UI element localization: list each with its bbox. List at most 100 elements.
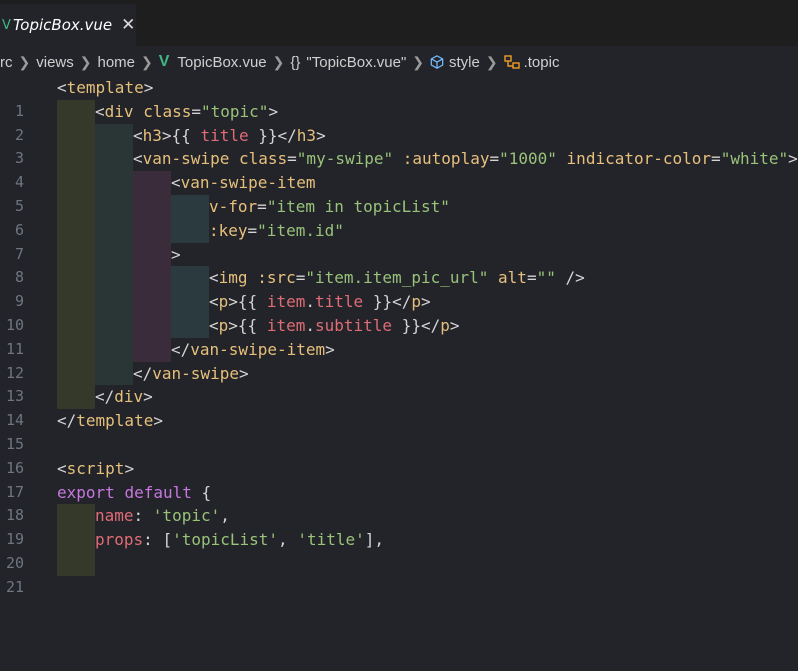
- code-text: <h3>{{ title }}</h3>: [133, 125, 326, 145]
- code-line: 18 export default {: [0, 481, 798, 525]
- breadcrumb-item-module[interactable]: "TopicBox.vue": [306, 54, 406, 71]
- code-line: 15 </template>: [0, 409, 798, 453]
- chevron-right-icon: ❯: [79, 53, 92, 70]
- code-line: 7 :key="item.id": [0, 218, 798, 263]
- breadcrumb-item-file[interactable]: TopicBox.vue: [177, 54, 266, 71]
- indent-guide: [57, 242, 95, 267]
- code-line: 10 <p>{{ item.title }}</p>: [0, 290, 798, 334]
- indent-guide: [133, 290, 171, 314]
- indent-guide: [57, 171, 95, 195]
- breadcrumb-item-style[interactable]: style: [449, 54, 480, 71]
- vue-icon: V: [2, 17, 11, 33]
- indent-guide: [57, 313, 95, 338]
- code-line: 4 <van-swipe class="my-swipe" :autoplay=…: [0, 147, 798, 191]
- code-text: <van-swipe-item: [171, 173, 316, 193]
- vue-icon: V: [158, 53, 170, 70]
- code-line: 3 <h3>{{ title }}</h3>: [0, 123, 798, 167]
- indent-guide: [57, 504, 95, 529]
- indent-guide: [171, 194, 209, 219]
- code-text: >: [171, 244, 181, 264]
- chevron-right-icon: ❯: [485, 53, 498, 70]
- indent-guide: [95, 337, 133, 362]
- code-text: export default {: [57, 482, 212, 502]
- tab-topicbox[interactable]: V TopicBox.vue ✕: [0, 4, 136, 46]
- indent-guide: [133, 313, 171, 338]
- code-line: 14 </div>: [0, 385, 798, 429]
- code-text: name: 'topic',: [95, 506, 230, 526]
- indent-guide: [171, 313, 209, 338]
- code-line: 12 </van-swipe-item>: [0, 337, 798, 382]
- code-text: props: ['topicList', 'title'],: [95, 530, 385, 550]
- indent-guide: [57, 385, 95, 410]
- code-line: 20 props: ['topicList', 'title'],: [0, 528, 798, 572]
- indent-guide: [95, 242, 133, 267]
- indent-guide: [57, 361, 95, 386]
- indent-guide: [57, 551, 95, 576]
- indent-guide: [95, 171, 133, 195]
- indent-guide: [171, 290, 209, 314]
- cube-icon: [430, 55, 444, 69]
- code-line: 2 <div class="topic">: [0, 99, 798, 144]
- indent-guide: [95, 123, 133, 148]
- braces-icon: {}: [290, 53, 301, 71]
- line-number: 21: [5, 577, 24, 596]
- indent-guide: [95, 147, 133, 172]
- code-line: 16: [0, 433, 798, 477]
- indent-guide: [57, 218, 95, 243]
- chevron-right-icon: ❯: [412, 53, 425, 70]
- tab-bar: V TopicBox.vue ✕: [0, 0, 798, 46]
- indent-guide: [95, 266, 133, 291]
- breadcrumb: rc ❯ views ❯ home ❯ V TopicBox.vue ❯ {} …: [0, 52, 798, 72]
- indent-guide: [95, 290, 133, 314]
- breadcrumb-item-src[interactable]: rc: [0, 54, 13, 71]
- indent-guide: [133, 337, 171, 362]
- chevron-right-icon: ❯: [272, 53, 285, 70]
- code-line: 5 <van-swipe-item: [0, 171, 798, 215]
- code-line: 1 <template>: [0, 76, 798, 120]
- code-text: <p>{{ item.subtitle }}</p>: [209, 315, 460, 335]
- class-icon: [503, 55, 520, 69]
- code-text: </van-swipe>: [133, 363, 249, 383]
- code-text: </div>: [95, 387, 153, 407]
- code-line: 17 <script>: [0, 457, 798, 501]
- breadcrumb-item-views[interactable]: views: [36, 54, 74, 71]
- indent-guide: [133, 218, 171, 243]
- code-text: <p>{{ item.title }}</p>: [209, 292, 431, 312]
- code-text: </template>: [57, 411, 163, 431]
- indent-guide: [57, 528, 95, 552]
- indent-guide: [57, 147, 95, 172]
- indent-guide: [57, 337, 95, 362]
- indent-guide: [133, 171, 171, 195]
- code-editor[interactable]: 1 <template> 2 <div class="topic"> 3 <h3…: [0, 76, 798, 596]
- code-text: v-for="item in topicList": [209, 196, 450, 216]
- chevron-right-icon: ❯: [18, 53, 31, 70]
- code-line: 21: [0, 551, 798, 596]
- indent-guide: [57, 290, 95, 314]
- breadcrumb-item-home[interactable]: home: [97, 54, 135, 71]
- code-text: <img :src="item.item_pic_url" alt="" />: [209, 268, 585, 288]
- indent-guide: [133, 242, 171, 267]
- breadcrumb-item-selector[interactable]: .topic: [524, 54, 560, 71]
- code-text: </van-swipe-item>: [171, 339, 335, 359]
- indent-guide: [57, 266, 95, 291]
- code-line: 13 </van-swipe>: [0, 361, 798, 405]
- indent-guide: [95, 218, 133, 243]
- code-text: <van-swipe class="my-swipe" :autoplay="1…: [133, 149, 798, 169]
- code-text: <script>: [57, 458, 135, 478]
- indent-guide: [57, 123, 95, 148]
- code-text: :key="item.id": [209, 220, 344, 240]
- code-line: 9 <img :src="item.item_pic_url" alt="" /…: [0, 266, 798, 310]
- code-line: 19 name: 'topic',: [0, 504, 798, 548]
- code-line: 11 <p>{{ item.subtitle }}</p>: [0, 313, 798, 358]
- close-icon[interactable]: ✕: [121, 15, 135, 35]
- code-line: 6 v-for="item in topicList": [0, 194, 798, 239]
- indent-guide: [95, 194, 133, 219]
- code-line: 8 >: [0, 242, 798, 286]
- indent-guide: [133, 194, 171, 219]
- code-text: <template>: [57, 78, 154, 97]
- code-text: <div class="topic">: [95, 101, 279, 121]
- tab-title: TopicBox.vue: [13, 16, 113, 34]
- chevron-right-icon: ❯: [141, 53, 153, 70]
- indent-guide: [95, 313, 133, 338]
- indent-guide: [133, 266, 171, 291]
